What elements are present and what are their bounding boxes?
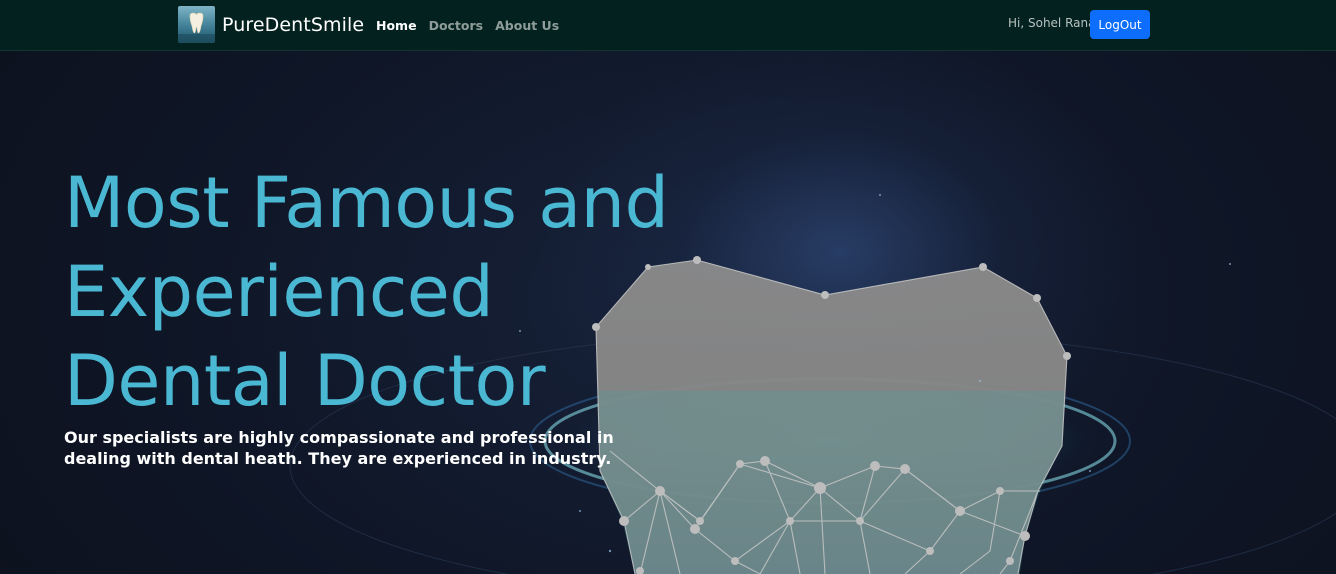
nav-link-about-us[interactable]: About Us [495,18,559,33]
top-navbar: PureDentSmile Home Doctors About Us Hi, … [0,0,1336,51]
logout-button[interactable]: LogOut [1090,10,1150,39]
hero-title-line-3: Dental Doctor [64,340,546,422]
brand[interactable]: PureDentSmile [178,6,364,43]
hero-banner: Most Famous and Experienced Dental Docto… [0,51,1336,574]
hero-title-line-1: Most Famous and [64,162,669,244]
nav-link-home[interactable]: Home [376,18,417,33]
hero-subtitle: Our specialists are highly compassionate… [64,428,614,468]
brand-name: PureDentSmile [222,13,365,36]
hero-title-line-2: Experienced [64,251,494,333]
user-greeting: Hi, Sohel Rana [1008,16,1096,30]
tooth-logo-icon [178,6,215,43]
nav-link-doctors[interactable]: Doctors [429,18,484,33]
hero-title: Most Famous and Experienced Dental Docto… [64,159,824,426]
nav-links: Home Doctors About Us [376,18,559,33]
